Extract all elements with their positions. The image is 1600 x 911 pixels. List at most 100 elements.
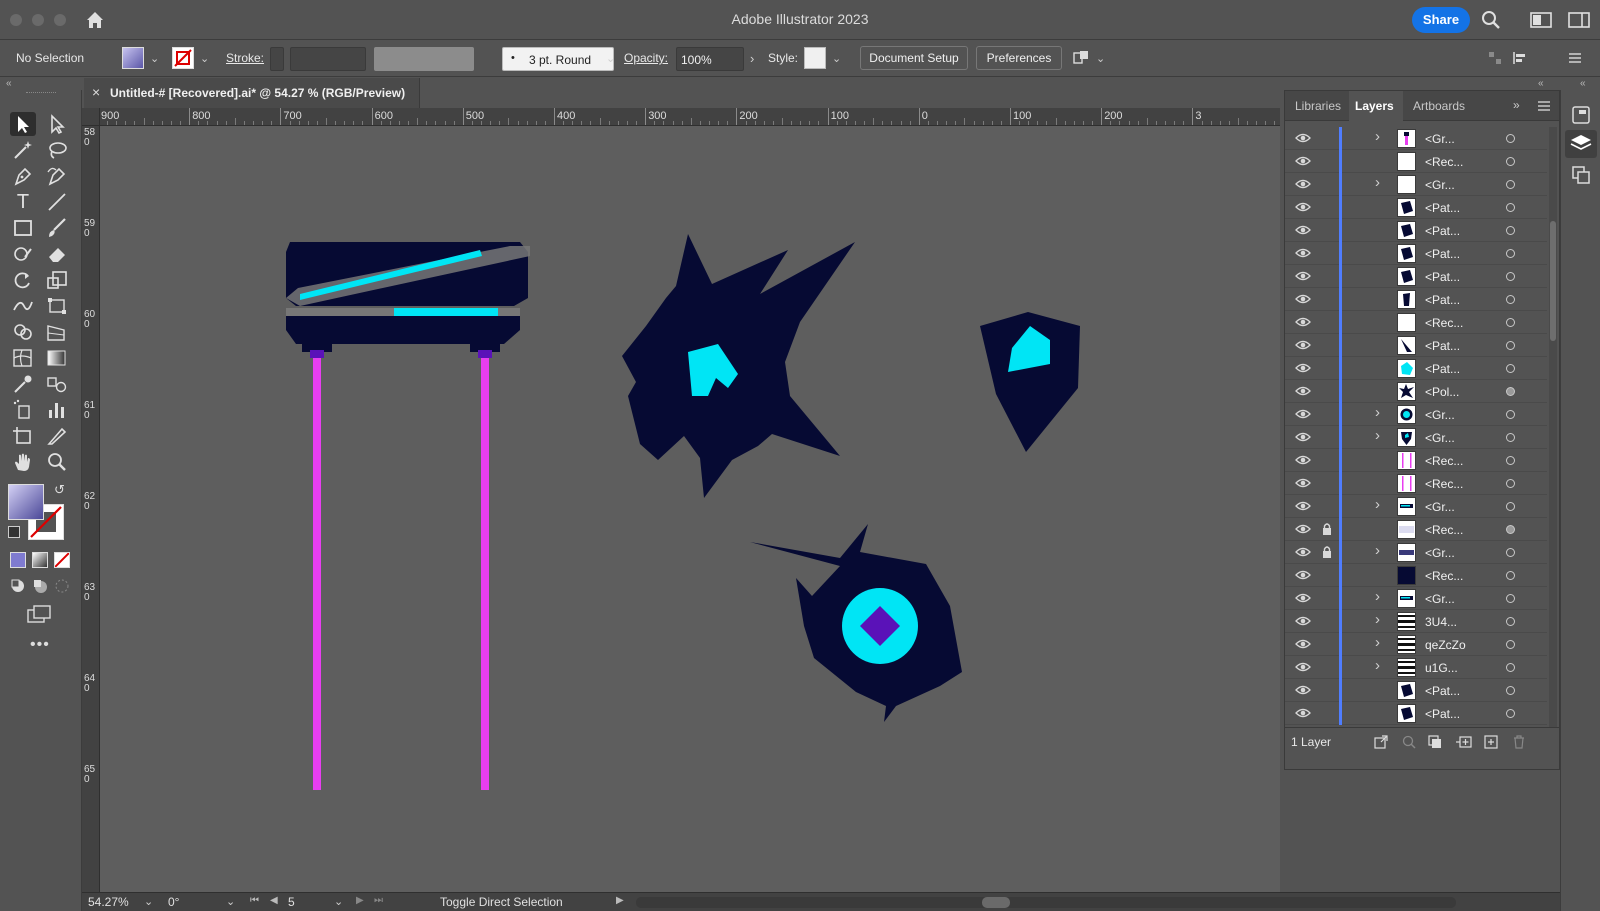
draw-inside-icon[interactable] [54, 578, 70, 594]
layer-name[interactable]: <Gr... [1425, 500, 1455, 514]
paintbrush-tool-icon[interactable] [44, 216, 70, 240]
target-circle-icon[interactable] [1506, 640, 1515, 649]
layers-scrollbar[interactable] [1549, 127, 1557, 727]
chevron-right-icon[interactable]: › [1375, 657, 1387, 674]
target-circle-icon[interactable] [1506, 157, 1515, 166]
layer-row[interactable]: › <Gr... [1285, 495, 1547, 518]
new-sublayer-icon[interactable] [1455, 734, 1473, 750]
target-circle-icon[interactable] [1506, 663, 1515, 672]
layer-name[interactable]: <Rec... [1425, 569, 1463, 583]
collapse-panel-icon[interactable]: « [1538, 78, 1544, 89]
scale-tool-icon[interactable] [44, 268, 70, 292]
previous-artboard-icon[interactable]: ◀ [270, 895, 278, 906]
slice-tool-icon[interactable] [44, 424, 70, 448]
curvature-tool-icon[interactable] [44, 164, 70, 188]
visibility-eye-icon[interactable] [1295, 315, 1311, 329]
free-transform-tool-icon[interactable] [44, 294, 70, 318]
target-circle-icon[interactable] [1506, 387, 1515, 396]
layer-name[interactable]: <Pat... [1425, 362, 1460, 376]
layer-row[interactable]: <Pat... [1285, 242, 1547, 265]
target-circle-icon[interactable] [1506, 594, 1515, 603]
chevron-down-icon[interactable]: ⌄ [334, 895, 343, 908]
layer-row[interactable]: <Pat... [1285, 334, 1547, 357]
layer-name[interactable]: 3U4... [1425, 615, 1457, 629]
artboard-canvas[interactable] [100, 126, 1280, 892]
scrollbar-thumb[interactable] [982, 897, 1010, 908]
properties-panel-icon[interactable] [1570, 104, 1592, 126]
brush-definition[interactable]: • 3 pt. Round [502, 47, 614, 71]
artboard-number-input[interactable]: 5 [288, 895, 295, 909]
more-tools-icon[interactable]: ••• [30, 636, 50, 654]
target-circle-icon[interactable] [1506, 686, 1515, 695]
ruler-origin[interactable] [82, 108, 100, 126]
chevron-right-icon[interactable]: › [1375, 128, 1387, 145]
opacity-input[interactable]: 100% [681, 53, 712, 67]
target-circle-icon[interactable] [1506, 364, 1515, 373]
first-artboard-icon[interactable]: ⏮ [250, 895, 259, 906]
shape-builder-tool-icon[interactable] [10, 320, 36, 344]
artwork[interactable] [100, 126, 1280, 892]
perspective-grid-tool-icon[interactable] [44, 320, 70, 344]
selection-tool-icon[interactable] [10, 112, 36, 136]
visibility-eye-icon[interactable] [1295, 131, 1311, 145]
layer-row[interactable]: <Rec... [1285, 564, 1547, 587]
panel-toggle-icon[interactable] [1568, 11, 1590, 29]
target-circle-icon[interactable] [1506, 410, 1515, 419]
chevron-down-icon[interactable]: ⌄ [832, 52, 841, 65]
visibility-eye-icon[interactable] [1295, 683, 1311, 697]
chevron-down-icon[interactable]: ⌄ [150, 52, 159, 65]
visibility-eye-icon[interactable] [1295, 453, 1311, 467]
layer-row[interactable]: › <Gr... [1285, 403, 1547, 426]
target-circle-icon[interactable] [1506, 226, 1515, 235]
pen-tool-icon[interactable] [10, 164, 36, 188]
tab-artboards[interactable]: Artboards [1413, 99, 1465, 113]
chevron-right-icon[interactable]: › [750, 51, 754, 66]
target-circle-icon[interactable] [1506, 180, 1515, 189]
screen-mode-icon[interactable] [26, 604, 54, 624]
visibility-eye-icon[interactable] [1295, 568, 1311, 582]
transform-icon[interactable] [1512, 51, 1528, 65]
layer-row[interactable]: › <Gr... [1285, 127, 1547, 150]
layer-name[interactable]: <Gr... [1425, 178, 1455, 192]
toolbar-grip[interactable] [26, 92, 56, 95]
layer-row[interactable]: <Rec... [1285, 150, 1547, 173]
lock-icon[interactable] [1321, 545, 1335, 559]
symbol-sprayer-tool-icon[interactable] [10, 398, 36, 422]
layer-row[interactable]: <Rec... [1285, 472, 1547, 495]
layer-row[interactable]: › <Gr... [1285, 587, 1547, 610]
chevron-right-icon[interactable]: › [1375, 404, 1387, 421]
close-icon[interactable]: × [92, 84, 100, 100]
layer-name[interactable]: <Gr... [1425, 546, 1455, 560]
chevron-right-icon[interactable]: › [1375, 634, 1387, 651]
visibility-eye-icon[interactable] [1295, 361, 1311, 375]
layer-row[interactable]: › 3U4... [1285, 610, 1547, 633]
layer-name[interactable]: <Pat... [1425, 293, 1460, 307]
draw-behind-icon[interactable] [32, 578, 48, 594]
target-circle-icon[interactable] [1506, 134, 1515, 143]
target-circle-icon[interactable] [1506, 479, 1515, 488]
visibility-eye-icon[interactable] [1295, 614, 1311, 628]
layer-name[interactable]: <Pat... [1425, 224, 1460, 238]
line-tool-icon[interactable] [44, 190, 70, 214]
swap-fill-stroke-icon[interactable]: ↺ [54, 482, 65, 498]
visibility-eye-icon[interactable] [1295, 522, 1311, 536]
layer-name[interactable]: qeZcZo [1425, 638, 1466, 652]
preferences-button[interactable]: Preferences [976, 46, 1062, 70]
visibility-eye-icon[interactable] [1295, 223, 1311, 237]
mesh-tool-icon[interactable] [10, 346, 36, 370]
layer-name[interactable]: <Gr... [1425, 431, 1455, 445]
visibility-eye-icon[interactable] [1295, 430, 1311, 444]
eye-artwork[interactable] [750, 524, 962, 722]
layer-name[interactable]: <Pat... [1425, 201, 1460, 215]
chevron-down-icon[interactable]: ⌄ [1096, 52, 1105, 65]
last-artboard-icon[interactable]: ⏭ [374, 895, 383, 906]
rectangle-tool-icon[interactable] [10, 216, 36, 240]
layer-row[interactable]: <Rec... [1285, 311, 1547, 334]
tab-layers[interactable]: Layers [1355, 99, 1394, 113]
lasso-tool-icon[interactable] [44, 138, 70, 162]
layer-row[interactable]: <Rec... [1285, 518, 1547, 541]
layer-name[interactable]: <Pat... [1425, 707, 1460, 721]
layer-name[interactable]: <Rec... [1425, 477, 1463, 491]
layer-row[interactable]: › <Gr... [1285, 173, 1547, 196]
type-tool-icon[interactable]: T [10, 190, 36, 214]
